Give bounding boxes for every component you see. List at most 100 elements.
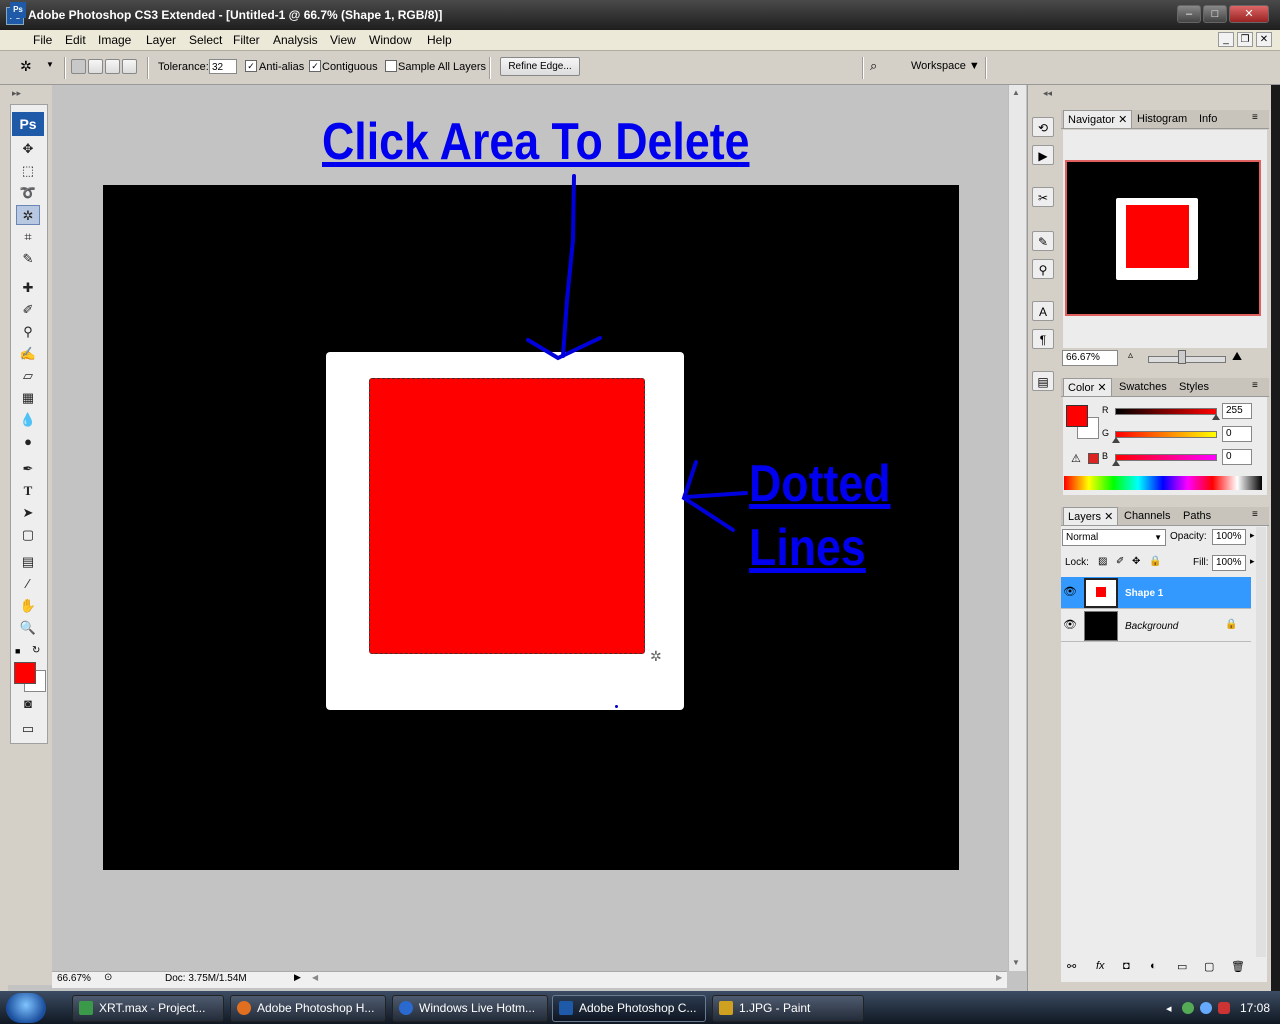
fill-arrow-icon[interactable]: ▸ [1250, 556, 1255, 567]
close-icon[interactable]: ✕ [1118, 114, 1127, 126]
lock-pixels-icon[interactable]: ✐ [1116, 556, 1124, 567]
tab-channels[interactable]: Channels [1120, 507, 1174, 525]
color-ramp[interactable] [1064, 476, 1262, 490]
zoom-slider-thumb[interactable] [1178, 350, 1186, 364]
paragraph-panel-icon[interactable]: ¶ [1032, 329, 1054, 349]
status-info-icon[interactable]: ⊙ [104, 972, 112, 983]
tab-histogram[interactable]: Histogram [1133, 110, 1191, 128]
ie-icon [399, 1001, 413, 1015]
actions-panel-icon[interactable]: ▶ [1032, 145, 1054, 165]
r-slider-thumb[interactable] [1212, 414, 1220, 420]
zoom-in-icon[interactable]: ⛰ [1232, 349, 1242, 364]
close-icon[interactable]: ✕ [1097, 382, 1106, 394]
brushes-panel-icon[interactable]: ✎ [1032, 231, 1054, 251]
status-zoom[interactable]: 66.67% [54, 972, 96, 986]
tab-paths[interactable]: Paths [1179, 507, 1215, 525]
tool-presets-icon[interactable]: ✂ [1032, 187, 1054, 207]
adjustment-layer-icon[interactable]: ◐ [1150, 960, 1157, 972]
panel-menu-icon[interactable]: ≡ [1252, 380, 1258, 391]
lock-position-icon[interactable]: ✥ [1132, 556, 1140, 567]
desktop-edge [1271, 85, 1280, 991]
fill-label: Fill: [1193, 557, 1209, 568]
messenger-icon[interactable] [1182, 1002, 1194, 1014]
layer-mask-icon[interactable]: ◘ [1123, 960, 1130, 972]
navigator-red-shape [1126, 205, 1189, 268]
new-layer-icon[interactable]: ▢ [1204, 960, 1214, 973]
blend-mode-select[interactable]: Normal ▼ [1062, 529, 1166, 546]
b-slider-thumb[interactable] [1112, 460, 1120, 466]
vertical-scrollbar[interactable] [1008, 85, 1026, 971]
tray-expand-icon[interactable]: ◂ [1166, 1002, 1172, 1015]
layer-thumbnail-red [1096, 587, 1106, 597]
close-icon[interactable]: ✕ [1104, 511, 1113, 523]
tab-swatches[interactable]: Swatches [1115, 378, 1171, 396]
taskbar-item-xrt[interactable]: XRT.max - Project... [72, 995, 224, 1022]
lock-label: Lock: [1065, 557, 1089, 568]
layer-name[interactable]: Background [1125, 621, 1178, 632]
b-slider[interactable] [1115, 454, 1217, 461]
scroll-right-icon[interactable]: ▶ [996, 973, 1002, 982]
layers-scrollbar[interactable] [1256, 527, 1266, 957]
opacity-label: Opacity: [1170, 531, 1207, 542]
link-layers-icon[interactable]: ⚯ [1067, 960, 1076, 973]
visibility-eye-icon[interactable]: 👁 [1063, 585, 1077, 598]
clone-source-icon[interactable]: ⚲ [1032, 259, 1054, 279]
tab-info[interactable]: Info [1195, 110, 1221, 128]
paint-icon [719, 1001, 733, 1015]
layer-name[interactable]: Shape 1 [1125, 588, 1163, 599]
new-group-icon[interactable]: ▭ [1177, 960, 1187, 973]
zoom-out-icon[interactable]: ▵ [1128, 350, 1133, 361]
gamut-swatch[interactable] [1088, 453, 1099, 464]
task-label: Adobe Photoshop H... [257, 1001, 375, 1015]
start-button[interactable] [6, 993, 46, 1023]
r-value-field[interactable]: 255 [1222, 403, 1252, 419]
g-slider-thumb[interactable] [1112, 437, 1120, 443]
taskbar-item-paint[interactable]: 1.JPG - Paint [712, 995, 864, 1022]
tab-styles[interactable]: Styles [1175, 378, 1213, 396]
layer-comps-icon[interactable]: ▤ [1032, 371, 1054, 391]
character-panel-icon[interactable]: A [1032, 301, 1054, 321]
taskbar-item-photoshop[interactable]: Adobe Photoshop C... [552, 995, 706, 1022]
scroll-down-icon[interactable]: ▼ [1012, 958, 1020, 967]
tab-navigator[interactable]: Navigator ✕ [1063, 110, 1133, 128]
navigator-zoom-field[interactable]: 66.67% [1062, 350, 1118, 366]
clock[interactable]: 17:08 [1240, 1001, 1270, 1015]
scroll-left-icon[interactable]: ◀ [312, 973, 318, 982]
taskbar-item-photoshop-help[interactable]: Adobe Photoshop H... [230, 995, 386, 1022]
network-icon[interactable] [1200, 1002, 1212, 1014]
chevron-down-icon: ▼ [1154, 533, 1162, 542]
lock-transparency-icon[interactable]: ▨ [1098, 556, 1107, 567]
collapsed-panel-dock [1027, 85, 1060, 991]
panel-menu-icon[interactable]: ≡ [1252, 112, 1258, 123]
gamut-warning-icon[interactable]: ⚠ [1071, 452, 1081, 465]
task-label: 1.JPG - Paint [739, 1001, 811, 1015]
color-fg-swatch[interactable] [1066, 405, 1088, 427]
layer-lock-icon: 🔒 [1225, 619, 1238, 630]
tab-label: Layers [1068, 511, 1102, 523]
panel-menu-icon[interactable]: ≡ [1252, 509, 1258, 520]
visibility-eye-icon[interactable]: 👁 [1063, 618, 1077, 631]
expand-dock-icon[interactable]: ◂◂ [1043, 88, 1052, 99]
scroll-up-icon[interactable]: ▲ [1012, 88, 1020, 97]
opacity-arrow-icon[interactable]: ▸ [1250, 530, 1255, 541]
tab-label: Color [1068, 382, 1095, 394]
tab-layers[interactable]: Layers ✕ [1063, 507, 1119, 525]
layer-style-icon[interactable]: fx [1096, 960, 1105, 972]
g-slider[interactable] [1115, 431, 1217, 438]
security-shield-icon[interactable] [1218, 1002, 1230, 1014]
fill-field[interactable]: 100% [1212, 555, 1246, 571]
tab-color[interactable]: Color ✕ [1063, 378, 1112, 396]
b-label: B [1102, 451, 1109, 461]
status-menu-arrow-icon[interactable]: ▶ [294, 972, 301, 983]
task-label: Windows Live Hotm... [419, 1001, 536, 1015]
lock-all-icon[interactable]: 🔒 [1149, 556, 1161, 567]
g-value-field[interactable]: 0 [1222, 426, 1252, 442]
b-value-field[interactable]: 0 [1222, 449, 1252, 465]
delete-layer-icon[interactable]: 🗑 [1231, 960, 1245, 973]
taskbar-item-hotmail[interactable]: Windows Live Hotm... [392, 995, 548, 1022]
opacity-field[interactable]: 100% [1212, 529, 1246, 545]
r-slider[interactable] [1115, 408, 1217, 415]
history-panel-icon[interactable]: ⟲ [1032, 117, 1054, 137]
navigator-zoom-slider[interactable] [1148, 356, 1226, 363]
tab-label: Navigator [1068, 114, 1116, 126]
